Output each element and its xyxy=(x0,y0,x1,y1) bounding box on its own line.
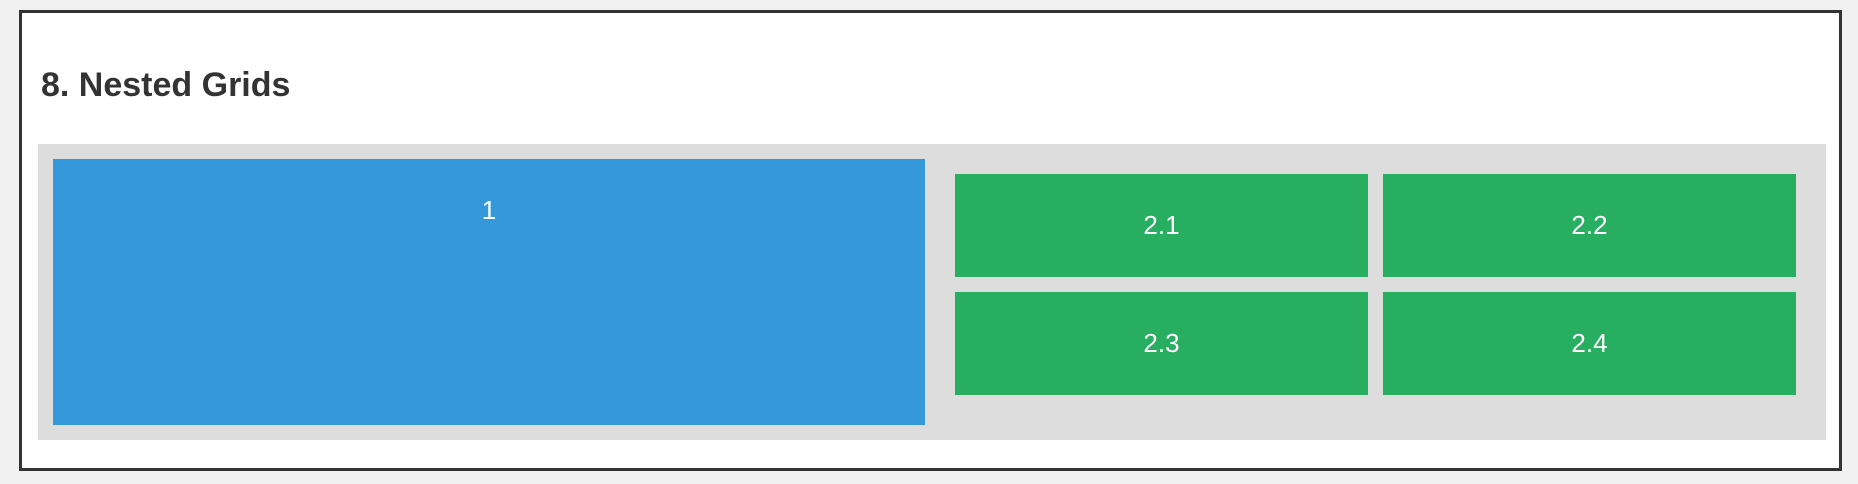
outer-grid-container: 1 2.1 2.2 2.3 2.4 xyxy=(38,144,1826,440)
section-title: 8. Nested Grids xyxy=(41,66,291,104)
section-frame: 8. Nested Grids 1 2.1 2.2 2.3 2.4 xyxy=(19,10,1842,471)
nested-grid-item-2-3: 2.3 xyxy=(955,292,1368,395)
nested-grid-item-2-4: 2.4 xyxy=(1383,292,1796,395)
nested-grid-container: 2.1 2.2 2.3 2.4 xyxy=(940,159,1811,425)
nested-grid-item-2-1: 2.1 xyxy=(955,174,1368,277)
grid-item-1: 1 xyxy=(53,159,925,425)
nested-grid-item-2-2: 2.2 xyxy=(1383,174,1796,277)
